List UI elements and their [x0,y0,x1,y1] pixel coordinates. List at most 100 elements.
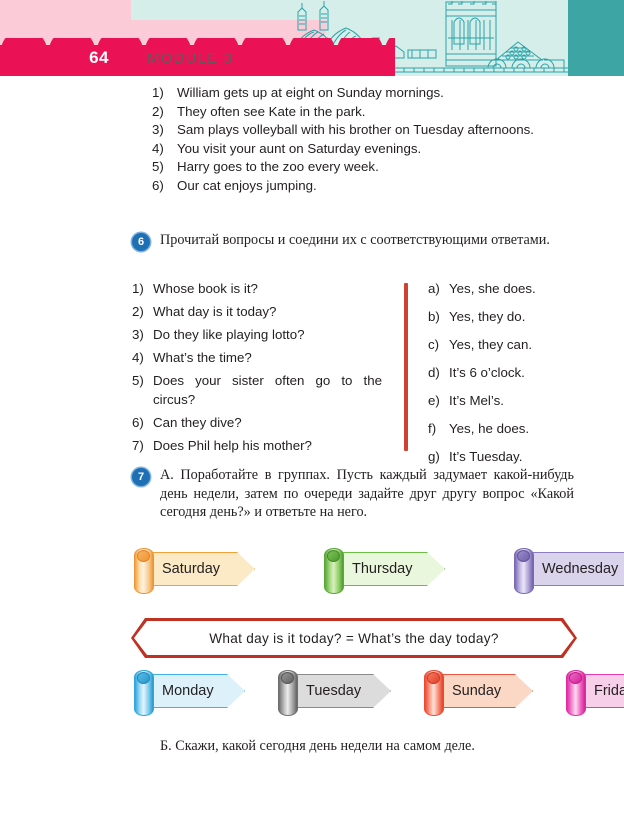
answers-column: a) Yes, she does. b) Yes, they do. c) Ye… [428,280,603,471]
question-number: 5) [132,373,144,388]
page-header: 64 MODULE 3 [0,0,624,76]
header-teal-block [568,0,624,76]
answer-text: It’s Mel’s. [449,393,504,408]
day-banner-flag: Thursday [335,552,445,586]
list-item-text: William gets up at eight on Sunday morni… [177,85,444,100]
day-banner-sunday[interactable]: Sunday [421,670,533,716]
list-item: 1) William gets up at eight on Sunday mo… [152,84,572,103]
answer-letter: c) [428,337,440,352]
day-label: Saturday [162,561,221,577]
list-item-text: Harry goes to the zoo every week. [177,159,379,174]
list-item-text: Sam plays volleyball with his brother on… [177,122,534,137]
day-banner-flag: Wednesday [525,552,624,586]
exercise-6-heading: 6 Прочитай вопросы и соедини их с соотве… [132,231,574,251]
scroll-lip [427,672,440,684]
question-number: 7) [132,437,144,453]
answer-row: g) It’s Tuesday. [428,448,603,467]
answer-text: Yes, she does. [449,281,536,296]
day-label: Wednesday [542,561,619,577]
list-item: 6) Our cat enjoys jumping. [152,177,572,196]
answer-text: It’s 6 o’clock. [449,365,525,380]
day-banners-bottom-row: Monday Tuesday Sunday Friday [131,670,624,716]
list-item-text: They often see Kate in the park. [177,103,366,119]
answer-row: d) It’s 6 o’clock. [428,364,603,383]
question-row: 1) Whose book is it? [132,280,382,299]
scroll-lip [281,672,294,684]
answer-letter: a) [428,281,440,296]
question-row: 6) Can they dive? [132,414,382,433]
match-questions-answers: 1) Whose book is it? 2) What day is it t… [132,280,602,464]
list-item-number: 4) [152,140,164,156]
question-row: 7) Does Phil help his mother? [132,437,382,456]
day-banners-top-row: Saturday Thursday Wednesday [131,548,624,594]
list-item: 4) You visit your aunt on Saturday eveni… [152,140,572,159]
question-text: Does Phil help his mother? [153,437,312,453]
page-number: 64 [89,48,109,67]
answer-text: Yes, they do. [449,309,526,324]
answer-row: b) Yes, they do. [428,308,603,327]
answer-letter: b) [428,309,440,324]
list-item-text: You visit your aunt on Saturday evenings… [177,140,422,156]
exercise-7-part-b-text: Б. Скажи, какой сегодня день недели на с… [160,738,475,754]
question-number: 4) [132,350,144,365]
question-row: 4) What’s the time? [132,349,382,368]
exercise-6-badge: 6 [132,233,150,251]
question-number: 1) [132,281,144,296]
exercise-7-heading: 7 А. Поработайте в группах. Пусть каждый… [132,466,574,522]
question-number: 2) [132,304,144,319]
question-number: 3) [132,327,144,342]
equation-box: What day is it today? = What’s the day t… [131,618,577,658]
list-item: 3) Sam plays volleyball with his brother… [152,121,572,140]
list-item-text: Our cat enjoys jumping. [177,177,317,193]
question-text: Whose book is it? [153,281,258,296]
day-banner-monday[interactable]: Monday [131,670,245,716]
question-row: 5) Does your sister often go to the circ… [132,372,382,409]
question-text: Does your sister often go to the circus? [153,373,382,407]
answer-text: Yes, he does. [449,421,530,436]
day-banner-flag: Sunday [435,674,533,708]
answer-letter: f) [428,421,437,436]
list-item-number: 6) [152,177,164,193]
list-item: 5) Harry goes to the zoo every week. [152,158,572,177]
day-banner-saturday[interactable]: Saturday [131,548,255,594]
answer-text: Yes, they can. [449,337,533,352]
day-banner-tuesday[interactable]: Tuesday [275,670,391,716]
answer-letter: g) [428,449,440,464]
day-banner-flag: Tuesday [289,674,391,708]
question-row: 3) Do they like playing lotto? [132,326,382,345]
exercise-7-part-a-text: А. Поработайте в группах. Пусть каждый з… [160,467,574,520]
day-label: Thursday [352,561,413,577]
day-label: Tuesday [306,683,362,699]
list-item: 2) They often see Kate in the park. [152,103,572,122]
equation-text: What day is it today? = What’s the day t… [209,630,499,646]
question-text: What day is it today? [153,304,277,319]
answer-letter: e) [428,393,440,408]
module-label: MODULE 3 [147,50,234,67]
answer-row: f) Yes, he does. [428,420,603,439]
red-divider-bar [404,283,408,451]
answer-row: a) Yes, she does. [428,280,603,299]
scroll-lip [517,550,530,562]
day-label: Sunday [452,683,502,699]
list-item-number: 1) [152,85,164,100]
day-label: Friday [594,683,624,699]
question-text: What’s the time? [153,350,252,365]
answer-row: e) It’s Mel’s. [428,392,603,411]
question-row: 2) What day is it today? [132,303,382,322]
scroll-lip [137,550,150,562]
answer-letter: d) [428,365,440,380]
answer-text: It’s Tuesday. [449,449,523,464]
day-banner-friday[interactable]: Friday [563,670,624,716]
exercise-7-badge: 7 [132,468,150,486]
question-text: Do they like playing lotto? [153,327,305,342]
equation-box-inner: What day is it today? = What’s the day t… [134,621,574,655]
question-number: 6) [132,414,144,430]
day-banner-flag: Saturday [145,552,255,586]
question-text: Can they dive? [153,414,242,430]
scroll-lip [569,672,582,684]
scroll-lip [327,550,340,562]
day-banner-wednesday[interactable]: Wednesday [511,548,624,594]
day-banner-thursday[interactable]: Thursday [321,548,445,594]
scroll-lip [137,672,150,684]
answer-row: c) Yes, they can. [428,336,603,355]
